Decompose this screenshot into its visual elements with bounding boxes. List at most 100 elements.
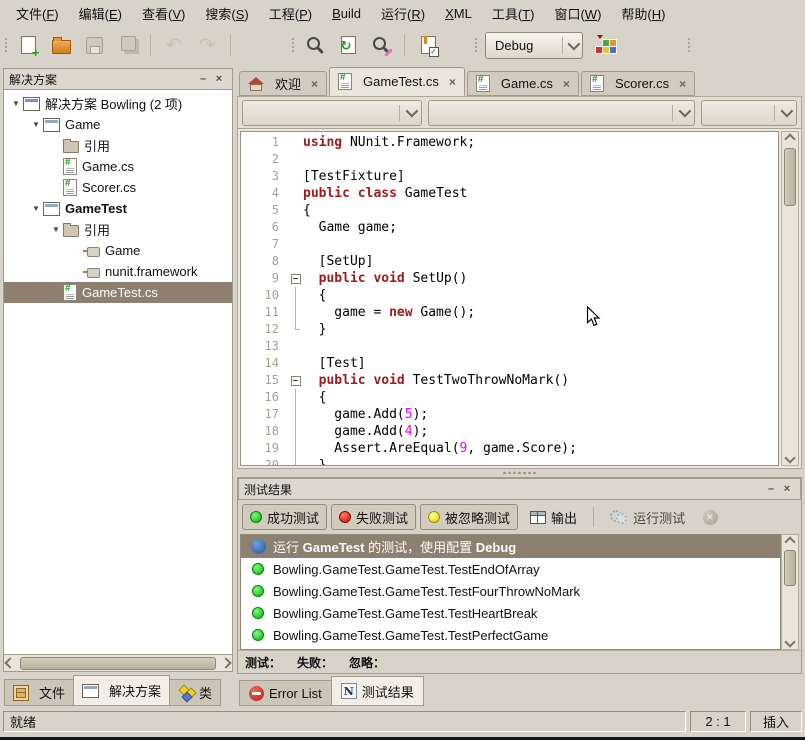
close-tab-icon[interactable]: × <box>311 77 318 91</box>
summary-label: 测试： <box>245 654 281 671</box>
editor-vertical-scrollbar[interactable] <box>781 131 799 466</box>
member-selector-combo[interactable] <box>428 100 695 126</box>
scroll-down-icon[interactable] <box>784 452 795 463</box>
expander-icon[interactable]: ▼ <box>29 120 43 129</box>
scroll-right-icon[interactable] <box>220 657 231 668</box>
toolbar-grip[interactable] <box>474 37 478 53</box>
close-tab-icon[interactable]: × <box>563 77 570 91</box>
find-in-files-icon <box>341 36 356 54</box>
tab-scorer-cs[interactable]: Scorer.cs × <box>581 71 695 96</box>
panel-splitter[interactable] <box>237 469 802 477</box>
test-result-item[interactable]: Bowling.GameTest.GameTest.TestEndOfArray <box>241 558 780 580</box>
run-test-button[interactable]: 运行测试 <box>602 504 693 530</box>
save-all-button[interactable] <box>114 32 140 58</box>
scroll-up-icon[interactable] <box>784 536 795 547</box>
tab-files[interactable]: 文件 <box>4 679 74 706</box>
undo-button[interactable]: ↶ <box>161 32 187 58</box>
expander-icon[interactable]: ▼ <box>49 225 63 234</box>
tree-item-project-gametest[interactable]: ▼GameTest <box>4 198 232 219</box>
test-result-item[interactable]: Bowling.GameTest.GameTest.TestHeartBreak <box>241 602 780 624</box>
region-selector-combo[interactable] <box>701 100 797 126</box>
tab-error-list[interactable]: Error List <box>239 680 332 706</box>
menu-search[interactable]: 搜索(S) <box>195 1 258 26</box>
tab-gametest-cs[interactable]: GameTest.cs× <box>329 67 465 96</box>
save-button[interactable] <box>81 32 107 58</box>
expander-icon[interactable]: ▼ <box>29 204 43 213</box>
tab-test-results[interactable]: 测试结果 <box>331 676 424 706</box>
redo-button[interactable]: ↷ <box>194 32 220 58</box>
menu-file[interactable]: 文件(F) <box>6 1 69 26</box>
test-name: Bowling.GameTest.GameTest.TestEndOfArray <box>273 562 540 577</box>
test-result-item[interactable]: Bowling.GameTest.GameTest.TestFourThrowN… <box>241 580 780 602</box>
close-tab-icon[interactable]: × <box>449 75 456 89</box>
test-results-title: 测试结果 <box>244 481 292 498</box>
close-tab-icon[interactable]: × <box>679 77 686 91</box>
test-results-list[interactable]: 运行 GameTest 的测试，使用配置 Debug Bowling.GameT… <box>240 534 781 650</box>
minimize-panel-button[interactable]: – <box>763 482 779 497</box>
tree-item-reference-nunit-framework[interactable]: nunit.framework <box>4 261 232 282</box>
new-file-button[interactable] <box>15 32 41 58</box>
menu-tools[interactable]: 工具(T) <box>482 1 545 26</box>
tree-item-file-game-cs[interactable]: Game.cs <box>4 156 232 177</box>
type-selector-combo[interactable] <box>242 100 422 126</box>
stop-test-button[interactable]: ✕ <box>697 504 723 530</box>
tree-item-project-game[interactable]: ▼Game <box>4 114 232 135</box>
fold-marker-icon[interactable] <box>288 270 303 287</box>
tree-item-reference-game[interactable]: Game <box>4 240 232 261</box>
tree-horizontal-scrollbar[interactable] <box>3 655 233 672</box>
expander-icon[interactable]: ▼ <box>9 99 23 108</box>
fold-marker-icon[interactable] <box>288 372 303 389</box>
tree-item-file-gametest-cs[interactable]: GameTest.cs <box>4 282 232 303</box>
test-result-item[interactable]: Bowling.GameTest.GameTest.TestPerfectGam… <box>241 624 780 646</box>
toolbar-grip[interactable] <box>291 37 295 53</box>
scrollbar-thumb[interactable] <box>784 550 796 586</box>
deploy-button[interactable] <box>590 32 620 58</box>
packages-icon <box>594 36 616 54</box>
toolbar-grip[interactable] <box>687 37 691 53</box>
successful-tests-toggle[interactable]: 成功测试 <box>242 504 327 530</box>
tab-solution[interactable]: 解决方案 <box>73 675 170 706</box>
tab-game-cs[interactable]: Game.cs× <box>467 71 579 96</box>
tab-classes[interactable]: 类 <box>169 679 221 706</box>
scroll-left-icon[interactable] <box>4 657 15 668</box>
failed-tests-toggle[interactable]: 失败测试 <box>331 504 416 530</box>
menu-help[interactable]: 帮助(H) <box>611 1 675 26</box>
tab-welcome[interactable]: 欢迎× <box>239 71 327 96</box>
tree-item-label: 引用 <box>84 136 110 155</box>
tree-item-references-gametest[interactable]: ▼引用 <box>4 219 232 240</box>
search-button[interactable] <box>302 32 328 58</box>
tab-label: Scorer.cs <box>615 76 669 91</box>
scrollbar-thumb[interactable] <box>784 148 796 206</box>
scroll-down-icon[interactable] <box>784 636 795 647</box>
tasks-button[interactable] <box>415 32 441 58</box>
output-toggle[interactable]: 输出 <box>522 504 585 530</box>
find-in-files-button[interactable] <box>335 32 361 58</box>
solution-tree[interactable]: ▼解决方案 Bowling (2 项)▼Game引用Game.csScorer.… <box>3 90 233 655</box>
test-run-info-row[interactable]: 运行 GameTest 的测试，使用配置 Debug <box>241 535 780 558</box>
menu-window[interactable]: 窗口(W) <box>544 1 611 26</box>
caret-position: 2 : 1 <box>690 711 746 732</box>
menu-project[interactable]: 工程(P) <box>259 1 322 26</box>
menu-xml[interactable]: XML <box>435 3 482 24</box>
minimize-panel-button[interactable]: – <box>195 72 211 87</box>
configuration-selector[interactable]: Debug <box>485 32 583 59</box>
ignored-tests-toggle[interactable]: 被忽略测试 <box>420 504 518 530</box>
menu-view[interactable]: 查看(V) <box>132 1 195 26</box>
scrollbar-thumb[interactable] <box>20 657 216 670</box>
close-panel-button[interactable]: × <box>779 482 795 497</box>
testlist-vertical-scrollbar[interactable] <box>781 534 799 650</box>
line-number: 5 <box>241 202 288 219</box>
close-panel-button[interactable]: × <box>211 72 227 87</box>
menu-edit[interactable]: 编辑(E) <box>69 1 132 26</box>
tree-item-references-game[interactable]: 引用 <box>4 135 232 156</box>
toolbar-grip[interactable] <box>4 37 8 53</box>
menu-run[interactable]: 运行(R) <box>371 1 435 26</box>
tree-item-file-scorer-cs[interactable]: Scorer.cs <box>4 177 232 198</box>
tree-item-solution-bowling[interactable]: ▼解决方案 Bowling (2 项) <box>4 93 232 114</box>
yellow-dot-icon <box>428 511 440 523</box>
code-editor[interactable]: 1using NUnit.Framework;23[TestFixture]4p… <box>240 131 779 466</box>
replace-button[interactable] <box>368 32 394 58</box>
open-file-button[interactable] <box>48 32 74 58</box>
scroll-up-icon[interactable] <box>784 133 795 144</box>
menu-build[interactable]: Build <box>322 3 371 24</box>
